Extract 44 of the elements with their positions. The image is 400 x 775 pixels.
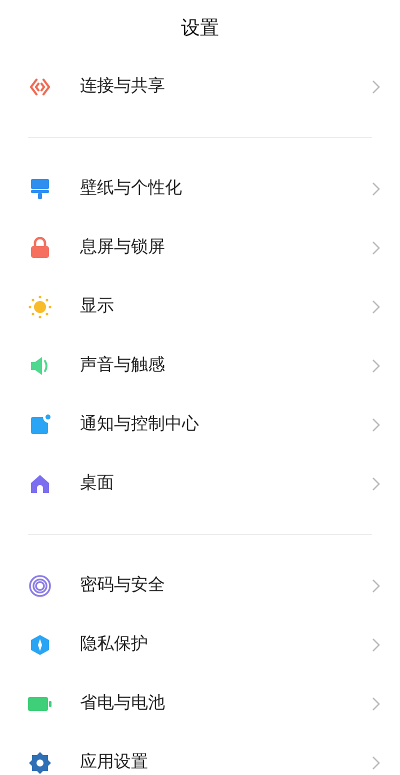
settings-item[interactable]: 隐私保护 — [0, 615, 400, 674]
chevron-icon — [372, 578, 380, 592]
gear-icon — [28, 750, 52, 774]
settings-item[interactable]: 通知与控制中心 — [0, 395, 400, 454]
lock-icon — [29, 236, 51, 258]
item-label: 桌面 — [80, 472, 115, 495]
chevron-icon — [372, 418, 380, 432]
item-label: 密码与安全 — [80, 574, 166, 597]
home-icon — [29, 472, 51, 494]
battery-icon — [28, 696, 52, 712]
item-label: 声音与触感 — [80, 354, 166, 377]
sun-icon — [28, 294, 52, 318]
chevron-icon — [372, 756, 380, 770]
item-label: 省电与电池 — [80, 692, 166, 715]
settings-item[interactable]: 桌面 — [0, 454, 400, 513]
settings-item[interactable]: 省电与电池 — [0, 674, 400, 733]
item-label: 息屏与锁屏 — [80, 236, 166, 259]
chevron-icon — [372, 696, 380, 710]
item-label: 壁纸与个性化 — [80, 176, 183, 200]
chevron-icon — [372, 80, 380, 94]
settings-item[interactable]: 息屏与锁屏 — [0, 218, 400, 277]
chevron-icon — [372, 300, 380, 314]
chevron-icon — [372, 182, 380, 196]
item-label: 连接与共享 — [80, 74, 166, 98]
paint-roller-icon — [29, 178, 51, 200]
item-label: 显示 — [80, 294, 115, 318]
item-label: 应用设置 — [80, 750, 149, 774]
settings-item[interactable]: 声音与触感 — [0, 336, 400, 395]
item-label: 隐私保护 — [80, 632, 149, 656]
item-label: 通知与控制中心 — [80, 412, 200, 436]
settings-item[interactable]: 应用设置 — [0, 733, 400, 775]
chevron-icon — [372, 358, 380, 372]
chevron-icon — [372, 240, 380, 254]
share-icon — [29, 76, 51, 98]
chevron-icon — [372, 476, 380, 490]
chevron-icon — [372, 638, 380, 652]
page-title: 设置 — [181, 16, 219, 42]
settings-item[interactable]: 密码与安全 — [0, 556, 400, 615]
settings-item[interactable]: 显示 — [0, 277, 400, 336]
settings-item[interactable]: 连接与共享 — [0, 57, 400, 116]
notification-icon — [29, 414, 51, 436]
fingerprint-icon — [28, 574, 52, 598]
settings-item[interactable]: 壁纸与个性化 — [0, 159, 400, 218]
hexagon-icon — [29, 634, 51, 656]
